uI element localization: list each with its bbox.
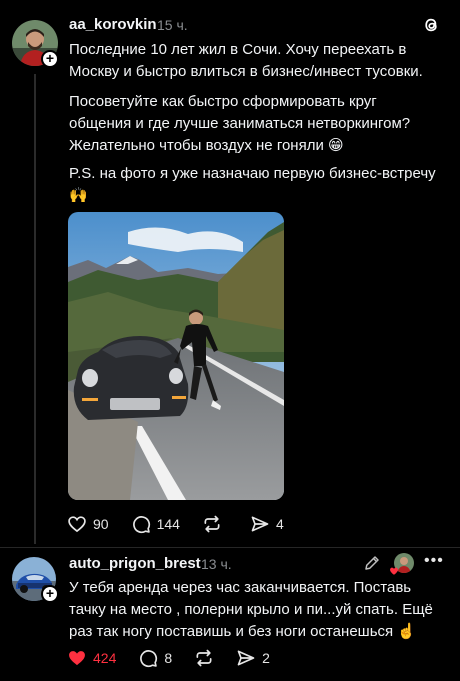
repost-button[interactable]: [202, 514, 228, 534]
reply-username[interactable]: auto_prigon_brest: [69, 555, 201, 572]
reply-repost-button[interactable]: [194, 648, 214, 668]
share-icon: [251, 516, 269, 532]
reply-like-button[interactable]: 424: [67, 648, 116, 668]
reply-actions: 424 8 2: [67, 648, 292, 668]
like-count: 90: [93, 516, 109, 532]
follow-plus-icon[interactable]: +: [41, 50, 59, 68]
heart-icon: [69, 651, 85, 666]
reply-share-button[interactable]: 2: [236, 648, 270, 668]
share-icon: [237, 650, 255, 666]
reply-comment-count: 8: [164, 650, 173, 666]
reply-share-count: 2: [262, 650, 270, 666]
post-paragraph-2: Посоветуйте как быстро сформировать круг…: [69, 93, 411, 154]
threads-logo-icon[interactable]: [421, 15, 441, 40]
reply-text: У тебя аренда через час заканчивается. П…: [69, 579, 433, 640]
comment-button[interactable]: 144: [131, 514, 180, 534]
divider: [0, 547, 460, 548]
repost-icon: [204, 515, 220, 533]
share-count: 4: [275, 516, 284, 532]
reply-follow-plus-icon[interactable]: +: [41, 585, 59, 603]
comment-icon: [140, 650, 158, 668]
post-paragraph-3: P.S. на фото я уже назначаю первую бизне…: [69, 165, 436, 204]
repost-icon: [196, 649, 212, 667]
comment-icon: [132, 516, 150, 534]
reply-comment-button[interactable]: 8: [138, 648, 172, 668]
like-button[interactable]: 90: [67, 514, 109, 534]
post-photo[interactable]: [68, 212, 284, 500]
post-time: 15 ч.: [157, 17, 188, 33]
author-username[interactable]: aa_korovkin: [69, 16, 157, 33]
reply-time: 13 ч.: [201, 556, 232, 572]
heart-icon: [68, 516, 86, 533]
post-paragraph-1: Последние 10 лет жил в Сочи. Хочу переех…: [69, 41, 423, 80]
edit-icon[interactable]: [363, 554, 381, 577]
thread-line: [34, 74, 36, 544]
comment-count: 144: [156, 516, 180, 532]
share-button[interactable]: 4: [250, 514, 284, 534]
post-actions: 90 144 4: [67, 514, 306, 534]
reply-like-count: 424: [93, 650, 117, 666]
more-icon[interactable]: •••: [424, 553, 444, 569]
